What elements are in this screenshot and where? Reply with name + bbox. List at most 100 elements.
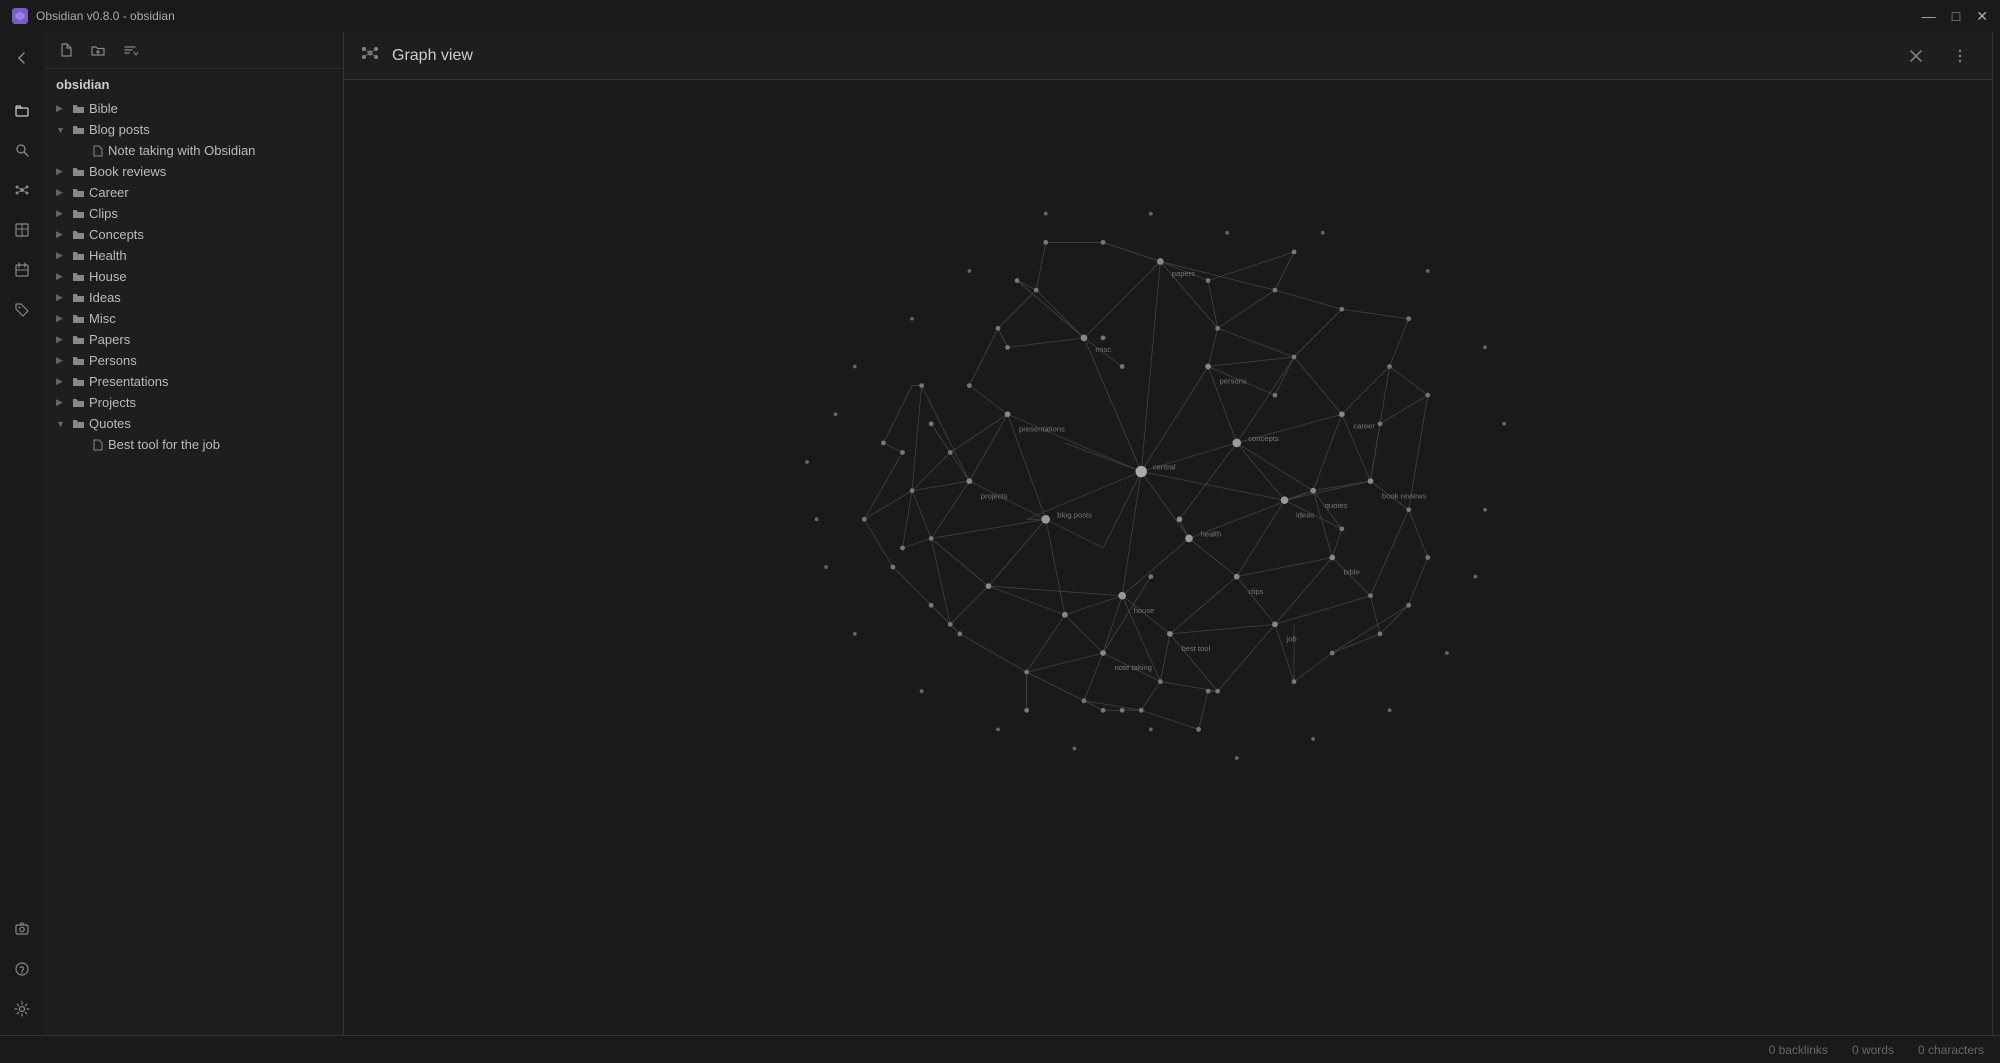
status-characters: 0 characters [1918, 1043, 1984, 1057]
folder-icon-blog-posts [72, 123, 85, 136]
svg-text:persons: persons [1220, 377, 1247, 386]
tree-arrow-bible: ▶ [56, 103, 68, 114]
svg-text:clips: clips [1248, 587, 1263, 596]
folder-icon-career [72, 186, 85, 199]
tree-item-bible[interactable]: ▶ Bible [44, 98, 343, 119]
tree-arrow-ideas: ▶ [56, 292, 68, 303]
svg-text:quotes: quotes [1325, 501, 1348, 510]
new-folder-button[interactable] [84, 36, 112, 64]
tree-item-career[interactable]: ▶ Career [44, 182, 343, 203]
search-button[interactable] [4, 132, 40, 168]
maximize-button[interactable]: □ [1952, 8, 1960, 25]
status-bar: 0 backlinks 0 words 0 characters [0, 1035, 2000, 1063]
close-button[interactable]: ✕ [1976, 8, 1988, 25]
tag-button[interactable] [4, 292, 40, 328]
table-button[interactable] [4, 212, 40, 248]
tree-item-ideas[interactable]: ▶ Ideas [44, 287, 343, 308]
folder-icon-house [72, 270, 85, 283]
svg-text:concepts: concepts [1248, 434, 1279, 443]
camera-button[interactable] [4, 911, 40, 947]
tree-item-papers[interactable]: ▶ Papers [44, 329, 343, 350]
tree-arrow-career: ▶ [56, 187, 68, 198]
calendar-button[interactable] [4, 252, 40, 288]
new-file-button[interactable] [52, 36, 80, 64]
file-icon-note-taking [92, 145, 104, 157]
tree-item-concepts[interactable]: ▶ Concepts [44, 224, 343, 245]
tree-label-papers: Papers [89, 332, 331, 347]
tree-item-clips[interactable]: ▶ Clips [44, 203, 343, 224]
tree-item-misc[interactable]: ▶ Misc [44, 308, 343, 329]
tree-arrow-misc: ▶ [56, 313, 68, 324]
file-explorer-button[interactable] [4, 92, 40, 128]
folder-icon-papers [72, 333, 85, 346]
graph-header: Graph view [344, 32, 1992, 80]
folder-icon-ideas [72, 291, 85, 304]
tree-item-blog-posts[interactable]: ▼ Blog posts [44, 119, 343, 140]
tree-item-persons[interactable]: ▶ Persons [44, 350, 343, 371]
help-button[interactable] [4, 951, 40, 987]
main-container: obsidian ▶ Bible ▼ Blog posts Note takin… [0, 32, 2000, 1035]
tree-arrow-clips: ▶ [56, 208, 68, 219]
folder-icon-projects [72, 396, 85, 409]
graph-svg: central blog posts concepts health house… [344, 80, 1992, 1035]
tree-label-health: Health [89, 248, 331, 263]
app-icon [12, 8, 28, 24]
minimize-button[interactable]: — [1922, 8, 1936, 25]
tree-label-best-tool: Best tool for the job [108, 437, 331, 452]
svg-text:projects: projects [981, 491, 1008, 500]
status-backlinks: 0 backlinks [1769, 1043, 1828, 1057]
svg-text:presentations: presentations [1019, 424, 1065, 433]
svg-text:bible: bible [1344, 568, 1360, 577]
graph-more-options-button[interactable] [1944, 40, 1976, 72]
svg-text:misc: misc [1095, 345, 1111, 354]
tree-item-house[interactable]: ▶ House [44, 266, 343, 287]
tree-arrow-house: ▶ [56, 271, 68, 282]
svg-text:papers: papers [1172, 269, 1196, 278]
sort-button[interactable] [116, 36, 144, 64]
tree-label-ideas: Ideas [89, 290, 331, 305]
tree-label-note-taking: Note taking with Obsidian [108, 143, 331, 158]
tree-item-book-reviews[interactable]: ▶ Book reviews [44, 161, 343, 182]
tree-item-presentations[interactable]: ▶ Presentations [44, 371, 343, 392]
tree-arrow-persons: ▶ [56, 355, 68, 366]
svg-text:book reviews: book reviews [1382, 491, 1427, 500]
tree-item-best-tool[interactable]: Best tool for the job [44, 434, 343, 455]
graph-close-button[interactable] [1900, 40, 1932, 72]
tree-label-concepts: Concepts [89, 227, 331, 242]
folder-icon-persons [72, 354, 85, 367]
svg-text:note taking: note taking [1115, 663, 1152, 672]
graph-view-button[interactable] [4, 172, 40, 208]
tree-item-quotes[interactable]: ▼ Quotes [44, 413, 343, 434]
tree-label-presentations: Presentations [89, 374, 331, 389]
tree-arrow-concepts: ▶ [56, 229, 68, 240]
settings-button[interactable] [4, 991, 40, 1027]
file-icon-best-tool [92, 439, 104, 451]
folder-icon-clips [72, 207, 85, 220]
folder-icon-concepts [72, 228, 85, 241]
folder-icon-presentations [72, 375, 85, 388]
tree-item-note-taking[interactable]: Note taking with Obsidian [44, 140, 343, 161]
graph-canvas[interactable]: central blog posts concepts health house… [344, 80, 1992, 1035]
file-panel-actions [44, 32, 343, 69]
tree-label-quotes: Quotes [89, 416, 331, 431]
sidebar-icons [0, 32, 44, 1035]
tree-item-health[interactable]: ▶ Health [44, 245, 343, 266]
graph-header-icon [360, 43, 380, 68]
tree-label-book-reviews: Book reviews [89, 164, 331, 179]
titlebar: Obsidian v0.8.0 - obsidian — □ ✕ [0, 0, 2000, 32]
svg-text:job: job [1285, 635, 1296, 644]
tree-arrow-health: ▶ [56, 250, 68, 261]
tree-item-projects[interactable]: ▶ Projects [44, 392, 343, 413]
tree-arrow-blog-posts: ▼ [56, 125, 68, 135]
svg-text:ideas: ideas [1296, 510, 1314, 519]
titlebar-left: Obsidian v0.8.0 - obsidian [12, 8, 175, 24]
back-button[interactable] [4, 40, 40, 76]
file-tree: obsidian ▶ Bible ▼ Blog posts Note takin… [44, 69, 343, 1035]
tree-arrow-papers: ▶ [56, 334, 68, 345]
tree-arrow-projects: ▶ [56, 397, 68, 408]
svg-text:central: central [1153, 463, 1176, 472]
file-panel: obsidian ▶ Bible ▼ Blog posts Note takin… [44, 32, 344, 1035]
tree-root-label: obsidian [44, 73, 343, 98]
tree-label-misc: Misc [89, 311, 331, 326]
svg-text:health: health [1200, 529, 1221, 538]
